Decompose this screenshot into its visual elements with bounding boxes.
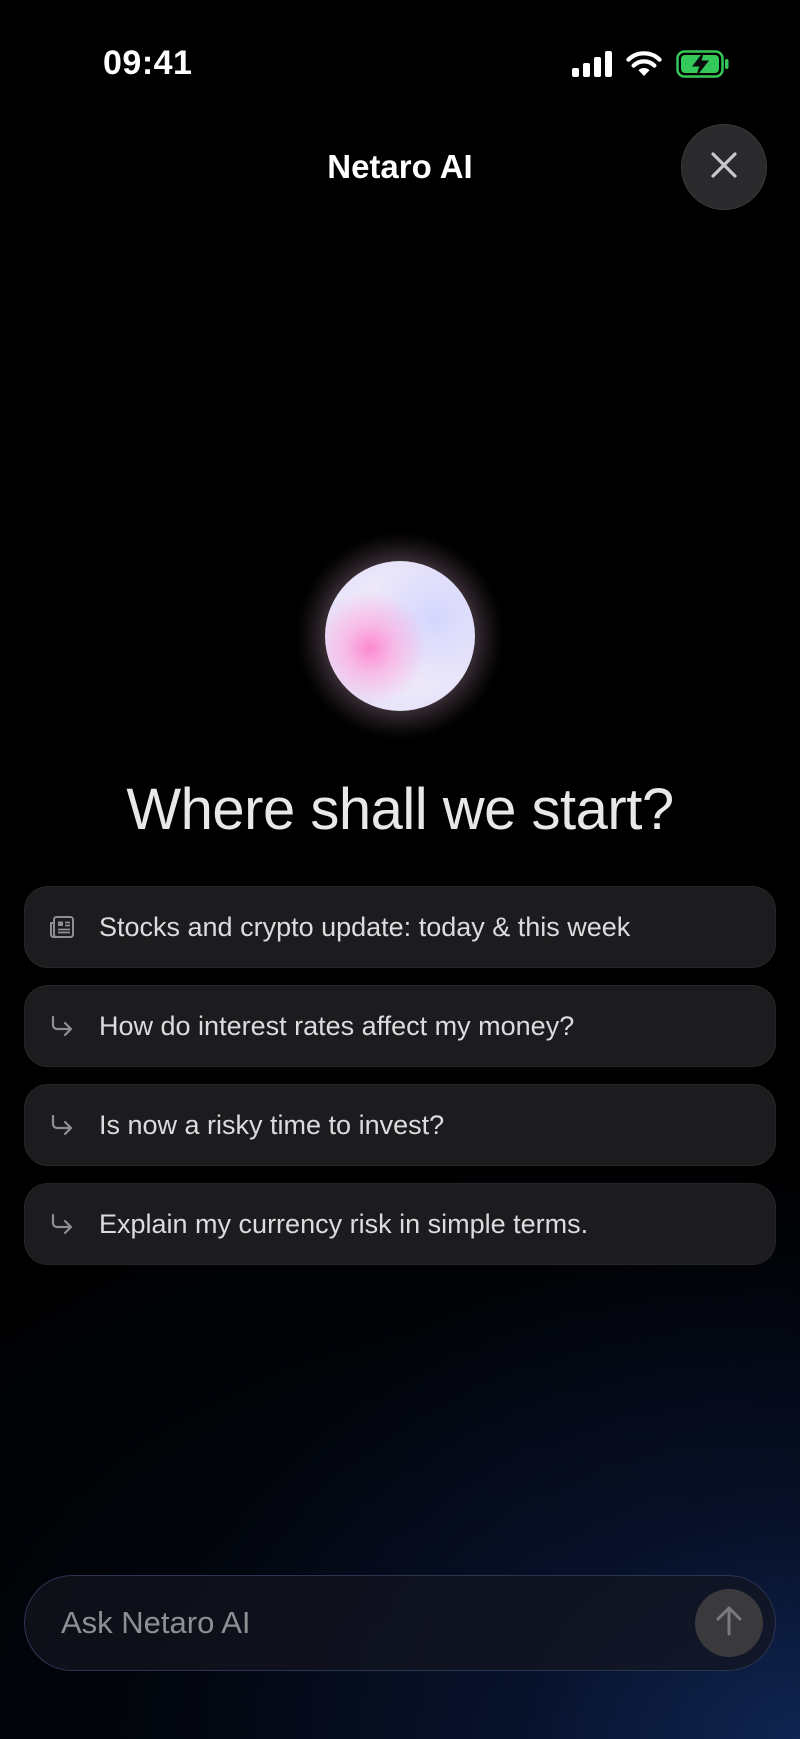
suggestion-chip[interactable]: How do interest rates affect my money? — [24, 985, 776, 1067]
close-icon — [709, 150, 739, 185]
arrow-up-icon — [714, 1605, 744, 1642]
ask-input[interactable] — [25, 1576, 695, 1670]
composer — [24, 1575, 776, 1671]
reply-arrow-icon — [25, 1113, 99, 1137]
suggestion-label: How do interest rates affect my money? — [99, 1010, 575, 1041]
suggestion-list: Stocks and crypto update: today & this w… — [24, 886, 776, 1282]
news-icon — [25, 915, 99, 939]
background-gradient — [0, 0, 800, 1739]
suggestion-label: Stocks and crypto update: today & this w… — [99, 911, 631, 942]
signal-icon — [572, 51, 612, 82]
wifi-icon — [626, 51, 662, 82]
suggestion-chip[interactable]: Is now a risky time to invest? — [24, 1084, 776, 1166]
suggestion-label: Explain my currency risk in simple terms… — [99, 1208, 589, 1239]
suggestion-label: Is now a risky time to invest? — [99, 1109, 445, 1140]
orb-sphere — [325, 561, 475, 711]
reply-arrow-icon — [25, 1014, 99, 1038]
page-title: Netaro AI — [327, 148, 473, 185]
reply-arrow-icon — [25, 1212, 99, 1236]
suggestion-chip[interactable]: Explain my currency risk in simple terms… — [24, 1183, 776, 1265]
status-icons — [572, 50, 730, 83]
status-time: 09:41 — [103, 44, 193, 82]
battery-charging-icon — [676, 50, 730, 83]
close-button[interactable] — [681, 124, 767, 210]
send-button[interactable] — [695, 1589, 763, 1657]
headline: Where shall we start? — [126, 777, 674, 842]
suggestion-chip[interactable]: Stocks and crypto update: today & this w… — [24, 886, 776, 968]
ai-orb — [297, 533, 503, 739]
status-bar: 09:41 — [0, 0, 800, 120]
